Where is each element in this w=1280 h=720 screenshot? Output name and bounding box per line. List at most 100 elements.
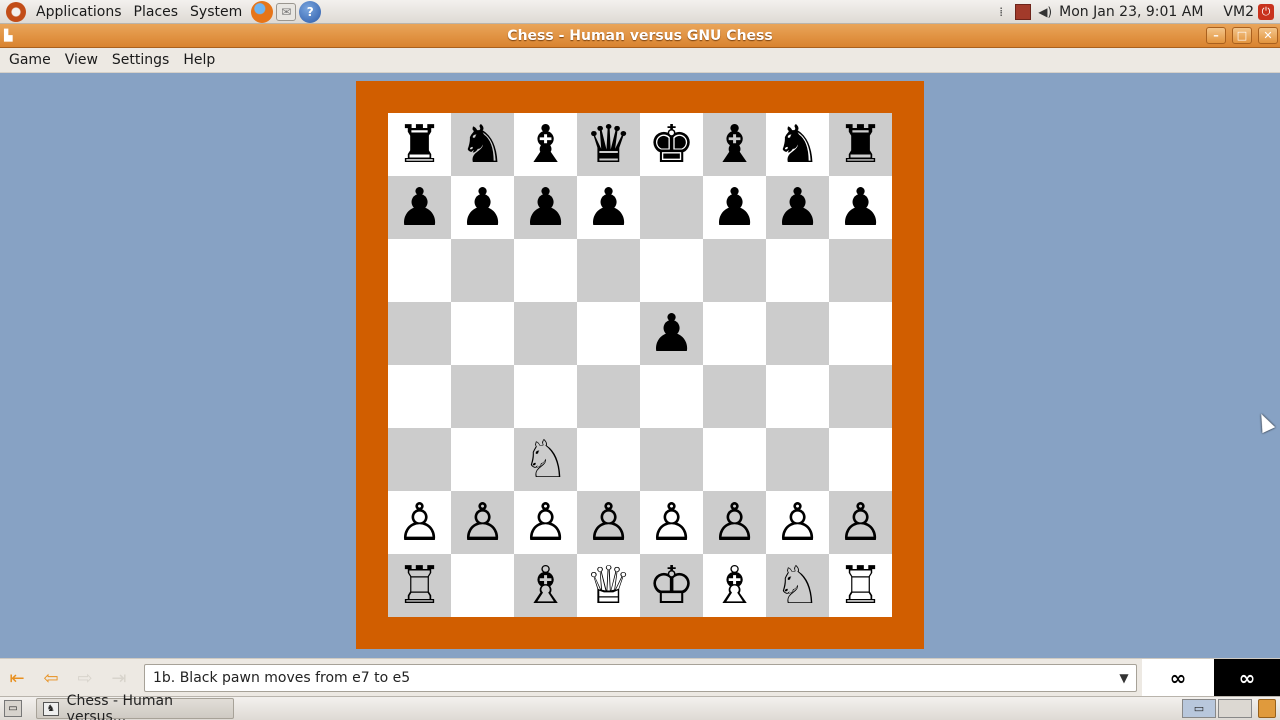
square-b2[interactable]: ♙ bbox=[451, 491, 514, 554]
system-menu[interactable]: System bbox=[184, 0, 248, 24]
square-f7[interactable]: ♟ bbox=[703, 176, 766, 239]
square-e1[interactable]: ♔ bbox=[640, 554, 703, 617]
square-h6[interactable] bbox=[829, 239, 892, 302]
square-g3[interactable] bbox=[766, 428, 829, 491]
square-c5[interactable] bbox=[514, 302, 577, 365]
help-icon[interactable]: ? bbox=[299, 0, 322, 23]
square-g2[interactable]: ♙ bbox=[766, 491, 829, 554]
window-title: Chess - Human versus GNU Chess bbox=[507, 27, 773, 44]
square-a7[interactable]: ♟ bbox=[388, 176, 451, 239]
square-d8[interactable]: ♛ bbox=[577, 113, 640, 176]
square-e6[interactable] bbox=[640, 239, 703, 302]
menu-help[interactable]: Help bbox=[176, 52, 222, 68]
maximize-button[interactable]: □ bbox=[1232, 27, 1252, 44]
square-c2[interactable]: ♙ bbox=[514, 491, 577, 554]
square-c1[interactable]: ♗ bbox=[514, 554, 577, 617]
mail-icon[interactable]: ✉ bbox=[276, 2, 297, 21]
square-g1[interactable]: ♘ bbox=[766, 554, 829, 617]
square-g6[interactable] bbox=[766, 239, 829, 302]
places-menu[interactable]: Places bbox=[128, 0, 185, 24]
square-f5[interactable] bbox=[703, 302, 766, 365]
square-g4[interactable] bbox=[766, 365, 829, 428]
square-a4[interactable] bbox=[388, 365, 451, 428]
square-d5[interactable] bbox=[577, 302, 640, 365]
square-d7[interactable]: ♟ bbox=[577, 176, 640, 239]
power-icon[interactable]: ⏻ bbox=[1258, 4, 1274, 20]
move-history-select[interactable]: 1b. Black pawn moves from e7 to e5 ▼ bbox=[144, 664, 1137, 692]
square-h4[interactable] bbox=[829, 365, 892, 428]
minimize-button[interactable]: – bbox=[1206, 27, 1226, 44]
menubar: Game View Settings Help bbox=[0, 48, 1280, 73]
previous-move-icon[interactable]: ⇦ bbox=[37, 664, 65, 692]
square-e5[interactable]: ♟ bbox=[640, 302, 703, 365]
square-a5[interactable] bbox=[388, 302, 451, 365]
applications-menu[interactable]: Applications bbox=[30, 0, 128, 24]
network-icon[interactable] bbox=[1015, 4, 1032, 20]
square-b4[interactable] bbox=[451, 365, 514, 428]
square-e2[interactable]: ♙ bbox=[640, 491, 703, 554]
square-h8[interactable]: ♜ bbox=[829, 113, 892, 176]
square-f2[interactable]: ♙ bbox=[703, 491, 766, 554]
square-a1[interactable]: ♖ bbox=[388, 554, 451, 617]
next-move-icon[interactable]: ⇨ bbox=[71, 664, 99, 692]
trash-icon[interactable] bbox=[1258, 699, 1276, 718]
square-f1[interactable]: ♗ bbox=[703, 554, 766, 617]
square-d3[interactable] bbox=[577, 428, 640, 491]
update-icon[interactable]: ⁞ bbox=[993, 4, 1009, 20]
square-f4[interactable] bbox=[703, 365, 766, 428]
square-b6[interactable] bbox=[451, 239, 514, 302]
volume-icon[interactable]: ◀) bbox=[1037, 4, 1053, 20]
taskbar-item-chess[interactable]: ♞ Chess - Human versus... bbox=[36, 693, 234, 720]
square-c8[interactable]: ♝ bbox=[514, 113, 577, 176]
workspace-1[interactable]: ▭ bbox=[1182, 699, 1216, 718]
square-f3[interactable] bbox=[703, 428, 766, 491]
menu-game[interactable]: Game bbox=[2, 52, 58, 68]
square-e8[interactable]: ♚ bbox=[640, 113, 703, 176]
square-f8[interactable]: ♝ bbox=[703, 113, 766, 176]
first-move-icon[interactable]: ⇤ bbox=[3, 664, 31, 692]
window-menu-icon[interactable]: ▙ bbox=[4, 29, 18, 43]
square-h2[interactable]: ♙ bbox=[829, 491, 892, 554]
square-c3[interactable]: ♘ bbox=[514, 428, 577, 491]
chevron-down-icon[interactable]: ▼ bbox=[1112, 665, 1136, 691]
square-a2[interactable]: ♙ bbox=[388, 491, 451, 554]
square-c7[interactable]: ♟ bbox=[514, 176, 577, 239]
square-g5[interactable] bbox=[766, 302, 829, 365]
square-b5[interactable] bbox=[451, 302, 514, 365]
menu-settings[interactable]: Settings bbox=[105, 52, 176, 68]
square-d2[interactable]: ♙ bbox=[577, 491, 640, 554]
workspace-2[interactable] bbox=[1218, 699, 1252, 718]
square-h7[interactable]: ♟ bbox=[829, 176, 892, 239]
square-d6[interactable] bbox=[577, 239, 640, 302]
window-titlebar[interactable]: ▙ Chess - Human versus GNU Chess – □ ✕ bbox=[0, 24, 1280, 48]
square-f6[interactable] bbox=[703, 239, 766, 302]
chess-board[interactable]: ♜ ♞ ♝ ♛ ♚ ♝ ♞ ♜ ♟ ♟ ♟ ♟ ♟ ♟ ♟ ♟ ♘ ♙ ♙ ♙ ♙ ♙ ♙ ♙ ♙ ♖ ♗ ♕ ♔ ♗ ♘ ♖ bbox=[388, 113, 892, 617]
close-button[interactable]: ✕ bbox=[1258, 27, 1278, 44]
panel-clock[interactable]: Mon Jan 23, 9:01 AM bbox=[1059, 4, 1203, 20]
black-clock: ∞ bbox=[1214, 659, 1280, 697]
show-desktop-icon[interactable]: ▭ bbox=[4, 700, 22, 717]
square-a6[interactable] bbox=[388, 239, 451, 302]
square-d4[interactable] bbox=[577, 365, 640, 428]
square-e3[interactable] bbox=[640, 428, 703, 491]
firefox-icon[interactable] bbox=[251, 0, 274, 23]
square-c6[interactable] bbox=[514, 239, 577, 302]
square-b1[interactable] bbox=[451, 554, 514, 617]
square-e7[interactable] bbox=[640, 176, 703, 239]
square-c4[interactable] bbox=[514, 365, 577, 428]
square-h5[interactable] bbox=[829, 302, 892, 365]
square-h3[interactable] bbox=[829, 428, 892, 491]
square-h1[interactable]: ♖ bbox=[829, 554, 892, 617]
ubuntu-logo-icon[interactable] bbox=[6, 1, 26, 22]
square-e4[interactable] bbox=[640, 365, 703, 428]
square-g8[interactable]: ♞ bbox=[766, 113, 829, 176]
square-d1[interactable]: ♕ bbox=[577, 554, 640, 617]
square-b3[interactable] bbox=[451, 428, 514, 491]
square-b8[interactable]: ♞ bbox=[451, 113, 514, 176]
square-b7[interactable]: ♟ bbox=[451, 176, 514, 239]
square-g7[interactable]: ♟ bbox=[766, 176, 829, 239]
square-a8[interactable]: ♜ bbox=[388, 113, 451, 176]
last-move-icon[interactable]: ⇥ bbox=[105, 664, 133, 692]
square-a3[interactable] bbox=[388, 428, 451, 491]
menu-view[interactable]: View bbox=[58, 52, 105, 68]
